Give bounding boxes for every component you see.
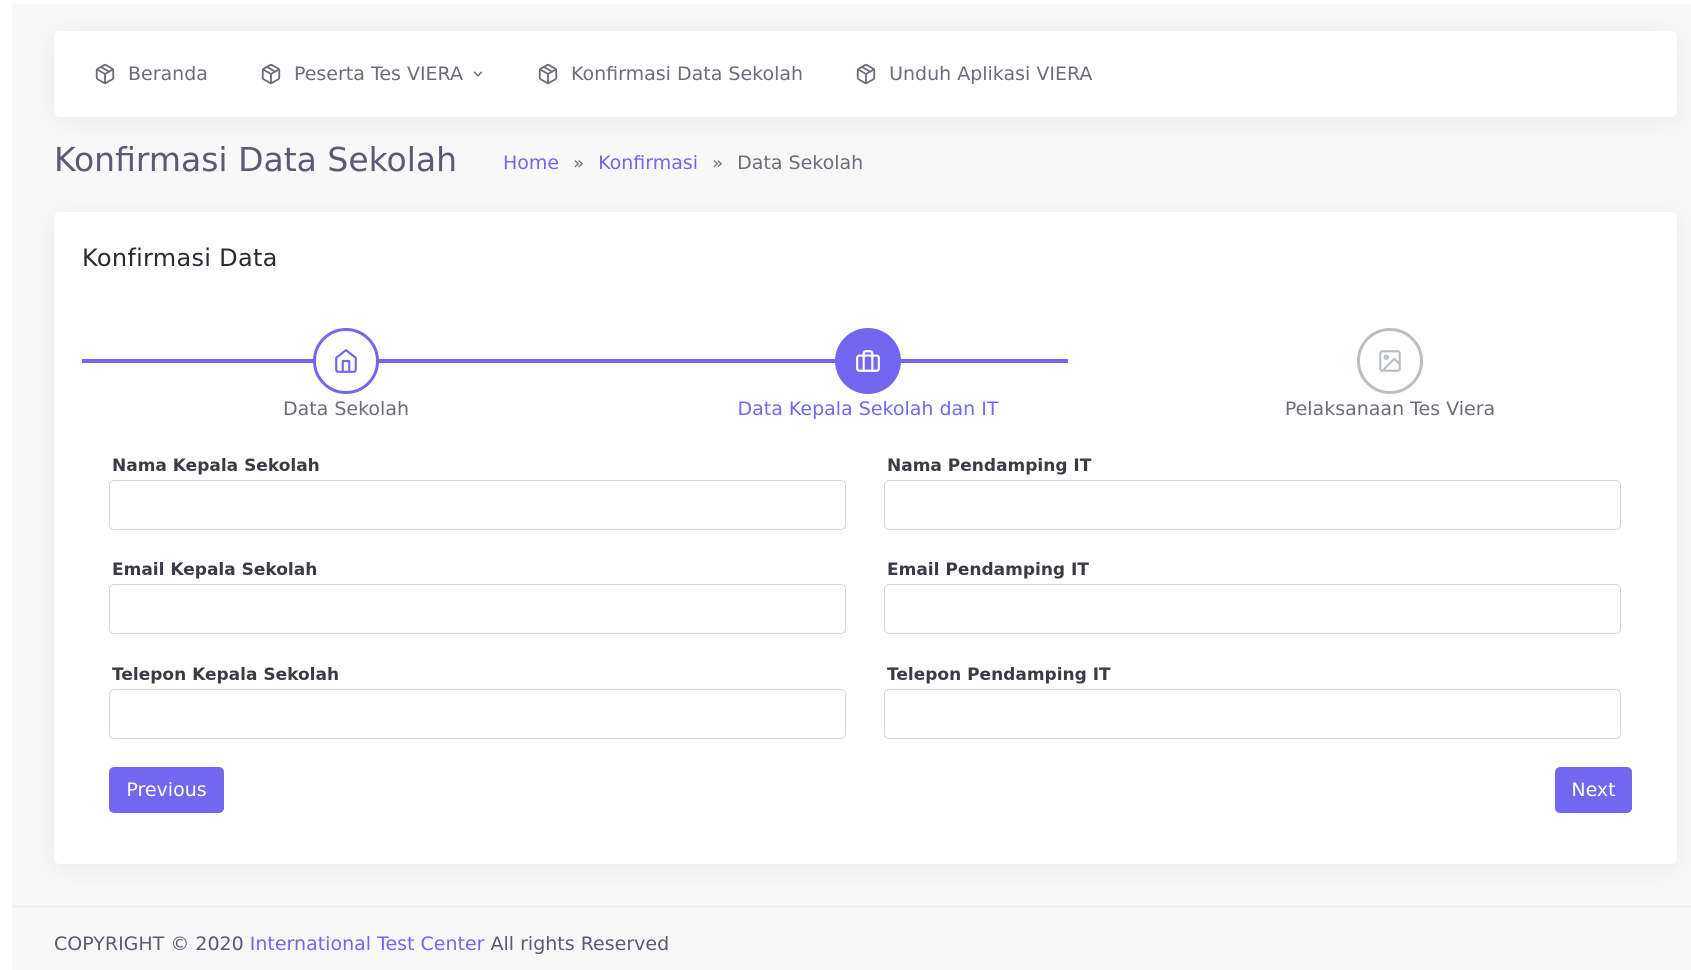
briefcase-icon xyxy=(856,350,880,372)
breadcrumb-home-link[interactable]: Home xyxy=(503,152,559,174)
nav-item-label: Peserta Tes VIERA xyxy=(293,63,463,85)
app-container: Beranda Peserta Tes VIERA Konfirmasi Dat… xyxy=(12,4,1691,970)
home-icon xyxy=(335,349,357,373)
card-title: Konfirmasi Data xyxy=(82,244,278,272)
step-pelaksanaan-tes[interactable] xyxy=(1357,328,1423,394)
nav-item-label: Unduh Aplikasi VIERA xyxy=(889,63,1093,85)
nama-pendamping-it-label: Nama Pendamping IT xyxy=(887,456,1092,476)
next-button[interactable]: Next xyxy=(1555,767,1632,813)
step-data-kepala-sekolah[interactable] xyxy=(835,328,901,394)
nama-kepala-sekolah-input[interactable] xyxy=(109,480,846,530)
telepon-pendamping-it-label: Telepon Pendamping IT xyxy=(887,665,1111,685)
nav-item-unduh-aplikasi[interactable]: Unduh Aplikasi VIERA xyxy=(855,63,1092,85)
breadcrumb-separator: » xyxy=(573,152,585,174)
top-navbar: Beranda Peserta Tes VIERA Konfirmasi Dat… xyxy=(54,31,1677,117)
nav-item-label: Konfirmasi Data Sekolah xyxy=(570,63,804,85)
copyright-prefix: COPYRIGHT © 2020 xyxy=(54,933,250,955)
nav-item-peserta-tes[interactable]: Peserta Tes VIERA xyxy=(260,63,485,85)
telepon-pendamping-it-input[interactable] xyxy=(884,689,1621,739)
breadcrumb-current: Data Sekolah xyxy=(737,152,864,174)
breadcrumb: Home » Konfirmasi » Data Sekolah xyxy=(503,152,863,174)
nav-item-label: Beranda xyxy=(128,63,208,85)
step-label-data-kepala-sekolah: Data Kepala Sekolah dan IT xyxy=(737,398,999,420)
nama-pendamping-it-input[interactable] xyxy=(884,480,1621,530)
page-title: Konfirmasi Data Sekolah xyxy=(54,140,458,179)
previous-button[interactable]: Previous xyxy=(109,767,224,813)
email-kepala-sekolah-input[interactable] xyxy=(109,584,846,634)
step-label-pelaksanaan-tes: Pelaksanaan Tes Viera xyxy=(1284,398,1496,420)
footer: COPYRIGHT © 2020 International Test Cent… xyxy=(12,906,1691,970)
image-icon xyxy=(1379,350,1401,372)
breadcrumb-konfirmasi-link[interactable]: Konfirmasi xyxy=(598,152,698,174)
package-icon xyxy=(538,63,558,85)
chevron-down-icon xyxy=(473,71,483,77)
breadcrumb-separator: » xyxy=(712,152,724,174)
email-pendamping-it-input[interactable] xyxy=(884,584,1621,634)
konfirmasi-card: Konfirmasi Data Data Sekolah Data Kepala… xyxy=(54,212,1677,864)
email-kepala-sekolah-label: Email Kepala Sekolah xyxy=(112,560,318,580)
telepon-kepala-sekolah-label: Telepon Kepala Sekolah xyxy=(112,665,340,685)
international-test-center-link[interactable]: International Test Center xyxy=(250,933,485,955)
nav-item-konfirmasi-data-sekolah[interactable]: Konfirmasi Data Sekolah xyxy=(537,63,803,85)
step-data-sekolah[interactable] xyxy=(313,328,379,394)
telepon-kepala-sekolah-input[interactable] xyxy=(109,689,846,739)
nama-kepala-sekolah-label: Nama Kepala Sekolah xyxy=(112,456,320,476)
stepper-progress-line xyxy=(82,359,1068,363)
copyright-text: COPYRIGHT © 2020 International Test Cent… xyxy=(54,933,669,955)
step-label-data-sekolah: Data Sekolah xyxy=(282,398,410,420)
email-pendamping-it-label: Email Pendamping IT xyxy=(887,560,1089,580)
package-icon xyxy=(261,63,281,85)
nav-item-beranda[interactable]: Beranda xyxy=(94,63,208,85)
package-icon xyxy=(856,63,876,85)
package-icon xyxy=(95,63,115,85)
copyright-suffix: All rights Reserved xyxy=(484,933,670,955)
